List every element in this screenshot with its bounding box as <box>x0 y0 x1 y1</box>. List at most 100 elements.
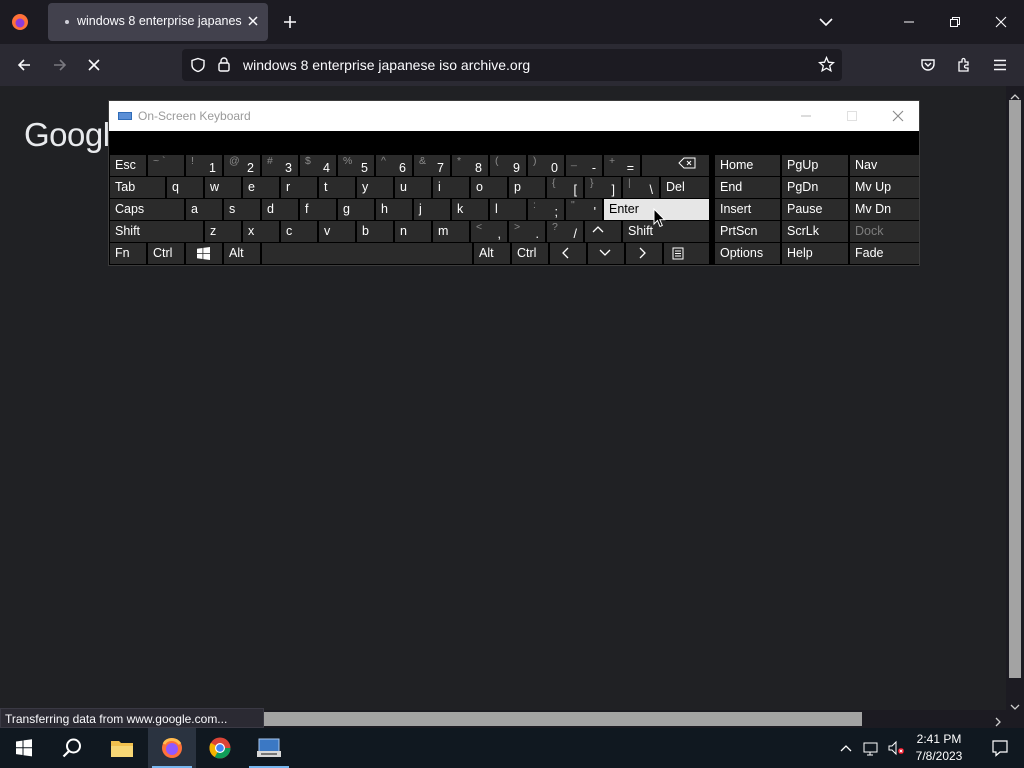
key-f[interactable]: f <box>300 199 336 220</box>
key-home[interactable]: Home <box>715 155 780 176</box>
key-m[interactable]: m <box>433 221 469 242</box>
tab-active[interactable]: windows 8 enterprise japanese iso archiv… <box>48 3 268 41</box>
key-alt-right[interactable]: Alt <box>474 243 510 264</box>
key-lbracket[interactable]: {[ <box>547 177 583 198</box>
key-c[interactable]: c <box>281 221 317 242</box>
system-clock[interactable]: 2:41 PM 7/8/2023 <box>904 731 974 765</box>
key-esc[interactable]: Esc <box>110 155 146 176</box>
key-tilde[interactable]: ~ ` <box>148 155 184 176</box>
network-icon[interactable] <box>858 728 884 768</box>
key-2[interactable]: @2 <box>224 155 260 176</box>
key-left[interactable] <box>550 243 586 264</box>
key-b[interactable]: b <box>357 221 393 242</box>
key-tab[interactable]: Tab <box>110 177 165 198</box>
key-r[interactable]: r <box>281 177 317 198</box>
key-w[interactable]: w <box>205 177 241 198</box>
key-o[interactable]: o <box>471 177 507 198</box>
minimize-icon[interactable] <box>886 0 932 44</box>
scroll-down-icon[interactable] <box>1010 698 1020 716</box>
key-space[interactable] <box>262 243 472 264</box>
key-up[interactable] <box>585 221 621 242</box>
show-hidden-icons-icon[interactable] <box>834 728 858 768</box>
key-minus[interactable]: _ - <box>566 155 602 176</box>
key-n[interactable]: n <box>395 221 431 242</box>
app-menu-icon[interactable] <box>984 49 1016 81</box>
key-pause[interactable]: Pause <box>782 199 848 220</box>
key-end[interactable]: End <box>715 177 780 198</box>
key-t[interactable]: t <box>319 177 355 198</box>
key-i[interactable]: i <box>433 177 469 198</box>
key-alt-left[interactable]: Alt <box>224 243 260 264</box>
key-l[interactable]: l <box>490 199 526 220</box>
notifications-icon[interactable] <box>976 728 1024 768</box>
key-h[interactable]: h <box>376 199 412 220</box>
on-screen-keyboard-taskbar-icon[interactable] <box>245 728 293 768</box>
key-q[interactable]: q <box>167 177 203 198</box>
osk-title-bar[interactable]: On-Screen Keyboard <box>109 101 919 131</box>
key-0[interactable]: ) 0 <box>528 155 564 176</box>
key-rbracket[interactable]: }] <box>585 177 621 198</box>
key-e[interactable]: e <box>243 177 279 198</box>
key-z[interactable]: z <box>205 221 241 242</box>
lock-icon[interactable] <box>217 56 231 78</box>
key-fade[interactable]: Fade <box>850 243 919 264</box>
key-windows[interactable] <box>186 243 222 264</box>
url-bar[interactable]: windows 8 enterprise japanese iso archiv… <box>182 49 842 81</box>
key-shift-right[interactable]: Shift <box>623 221 709 242</box>
key-nav[interactable]: Nav <box>850 155 919 176</box>
key-backspace[interactable] <box>642 155 709 176</box>
key-k[interactable]: k <box>452 199 488 220</box>
key-7[interactable]: & 7 <box>414 155 450 176</box>
vertical-scroll-thumb[interactable] <box>1009 100 1021 678</box>
key-ctrl-left[interactable]: Ctrl <box>148 243 184 264</box>
key-fn[interactable]: Fn <box>110 243 146 264</box>
key-slash[interactable]: ? / <box>547 221 583 242</box>
key-y[interactable]: y <box>357 177 393 198</box>
key-9[interactable]: (9 <box>490 155 526 176</box>
search-icon[interactable] <box>48 728 96 768</box>
key-pgdn[interactable]: PgDn <box>782 177 848 198</box>
key-s[interactable]: s <box>224 199 260 220</box>
key-1[interactable]: ! 1 <box>186 155 222 176</box>
key-comma[interactable]: <, <box>471 221 507 242</box>
key-shift-left[interactable]: Shift <box>110 221 203 242</box>
key-prtscn[interactable]: PrtScn <box>715 221 780 242</box>
key-mv-dn[interactable]: Mv Dn <box>850 199 919 220</box>
key-5[interactable]: % 5 <box>338 155 374 176</box>
restore-icon[interactable] <box>932 0 978 44</box>
key-menu[interactable] <box>664 243 709 264</box>
key-g[interactable]: g <box>338 199 374 220</box>
key-period[interactable]: >. <box>509 221 545 242</box>
firefox-taskbar-icon[interactable] <box>148 728 196 768</box>
back-icon[interactable] <box>8 49 40 81</box>
key-dock[interactable]: Dock <box>850 221 919 242</box>
close-window-icon[interactable] <box>978 0 1024 44</box>
key-equals[interactable]: + = <box>604 155 640 176</box>
firefox-menu-icon[interactable] <box>8 10 32 34</box>
key-j[interactable]: j <box>414 199 450 220</box>
tracking-protection-icon[interactable] <box>190 57 206 78</box>
key-backslash[interactable]: | \ <box>623 177 659 198</box>
key-8[interactable]: * 8 <box>452 155 488 176</box>
osk-minimize-icon[interactable] <box>783 101 829 131</box>
key-pgup[interactable]: PgUp <box>782 155 848 176</box>
forward-icon[interactable] <box>44 49 76 81</box>
key-insert[interactable]: Insert <box>715 199 780 220</box>
key-down[interactable] <box>588 243 624 264</box>
chrome-icon[interactable] <box>196 728 244 768</box>
start-windows-icon[interactable] <box>0 728 48 768</box>
new-tab-icon[interactable] <box>278 10 302 34</box>
key-help[interactable]: Help <box>782 243 848 264</box>
key-options[interactable]: Options <box>715 243 780 264</box>
list-all-tabs-icon[interactable] <box>814 10 838 34</box>
key-right[interactable] <box>626 243 662 264</box>
horizontal-scroll-thumb[interactable] <box>264 712 862 726</box>
close-tab-icon[interactable] <box>244 12 262 30</box>
bookmark-star-icon[interactable] <box>817 55 836 78</box>
key-del[interactable]: Del <box>661 177 709 198</box>
key-d[interactable]: d <box>262 199 298 220</box>
key-quote[interactable]: " ' <box>566 199 602 220</box>
key-p[interactable]: p <box>509 177 545 198</box>
key-6[interactable]: ^ 6 <box>376 155 412 176</box>
key-x[interactable]: x <box>243 221 279 242</box>
